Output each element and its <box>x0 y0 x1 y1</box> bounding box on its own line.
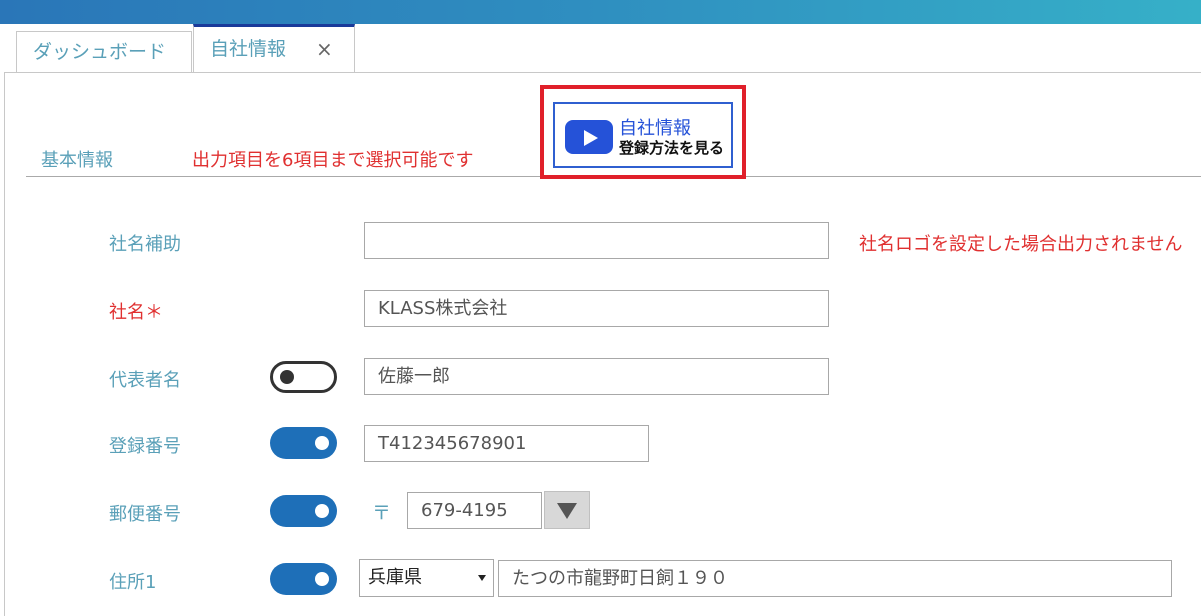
address1-label: 住所1 <box>109 572 157 593</box>
representative-input[interactable]: 佐藤一郎 <box>364 358 829 395</box>
tab-company-info-label: 自社情報 <box>210 38 287 60</box>
video-highlight-frame: 自社情報 登録方法を見る <box>540 85 746 179</box>
toggle-knob <box>315 504 329 518</box>
company-sub-hint: 社名ロゴを設定した場合出力されません <box>859 234 1183 255</box>
company-name-input[interactable]: KLASS株式会社 <box>364 290 829 327</box>
chevron-down-icon <box>478 575 486 581</box>
toggle-knob <box>315 436 329 450</box>
registration-no-input[interactable]: T412345678901 <box>364 425 649 462</box>
toggle-knob <box>315 572 329 586</box>
company-sub-label: 社名補助 <box>109 234 181 255</box>
prefecture-select[interactable]: 兵庫県 <box>359 559 494 597</box>
postal-code-label: 郵便番号 <box>109 504 181 525</box>
tab-company-info[interactable]: 自社情報 × <box>193 24 355 73</box>
app-header-bar <box>0 0 1201 24</box>
play-icon <box>565 120 613 154</box>
section-note: 出力項目を6項目まで選択可能です <box>192 150 474 171</box>
postal-code-output-toggle[interactable] <box>270 495 337 527</box>
close-icon[interactable]: × <box>316 27 333 71</box>
registration-no-output-toggle[interactable] <box>270 427 337 459</box>
postal-mark: 〒 <box>372 502 392 524</box>
address1-input[interactable]: たつの市龍野町日飼１９０ <box>498 560 1172 597</box>
postal-code-input[interactable]: 679-4195 <box>407 492 542 529</box>
watch-video-button[interactable]: 自社情報 登録方法を見る <box>553 102 733 168</box>
company-name-label: 社名＊ <box>109 302 163 323</box>
toggle-knob <box>280 370 294 384</box>
tab-dashboard[interactable]: ダッシュボード <box>16 31 192 73</box>
tab-bar: ダッシュボード 自社情報 × <box>0 24 1201 73</box>
address-lookup-button[interactable] <box>544 491 590 529</box>
company-sub-input[interactable] <box>364 222 829 259</box>
section-tab-basic-info[interactable]: 基本情報 <box>41 146 113 172</box>
registration-no-label: 登録番号 <box>109 436 181 457</box>
representative-output-toggle[interactable] <box>270 361 337 393</box>
address1-output-toggle[interactable] <box>270 563 337 595</box>
representative-label: 代表者名 <box>109 370 181 391</box>
prefecture-selected: 兵庫県 <box>368 567 422 588</box>
tab-dashboard-label: ダッシュボード <box>33 41 167 63</box>
video-button-subtitle: 登録方法を見る <box>619 139 725 157</box>
